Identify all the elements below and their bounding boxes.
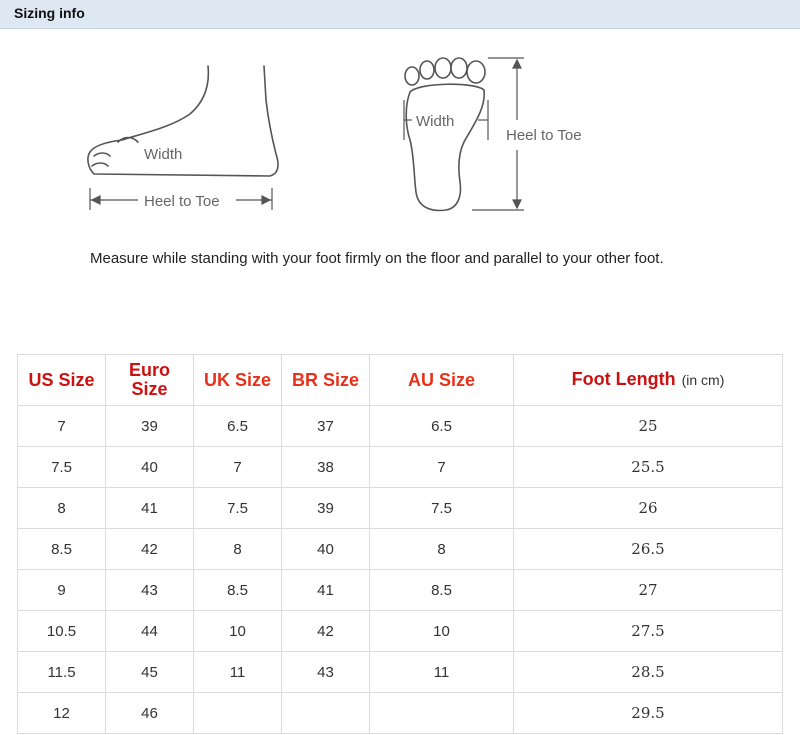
sole-width-label: Width xyxy=(416,113,454,130)
sole-foot-illustration xyxy=(404,57,486,212)
cell-au xyxy=(369,692,514,734)
side-width-label: Width xyxy=(144,146,182,163)
header-foot-length: Foot Length (in cm) xyxy=(513,354,783,406)
table-row: 11.5 45 11 43 11 28.5 xyxy=(17,651,783,693)
cell-euro: 46 xyxy=(105,692,194,734)
cell-br xyxy=(281,692,370,734)
cell-br: 40 xyxy=(281,528,370,570)
cell-br: 43 xyxy=(281,651,370,693)
cell-us: 7.5 xyxy=(17,446,106,488)
cell-us: 11.5 xyxy=(17,651,106,693)
cell-au: 8.5 xyxy=(369,569,514,611)
table-row: 9 43 8.5 41 8.5 27 xyxy=(17,569,783,611)
cell-au: 11 xyxy=(369,651,514,693)
size-chart-body: 7 39 6.5 37 6.5 25 7.5 40 7 38 7 25.5 8 41 7.5 39 7.5 26 8… xyxy=(17,405,783,734)
side-heel-to-toe-label: Heel to Toe xyxy=(144,193,220,210)
cell-foot: 28.5 xyxy=(513,651,783,693)
cell-uk: 8.5 xyxy=(193,569,282,611)
cell-br: 42 xyxy=(281,610,370,652)
cell-au: 7 xyxy=(369,446,514,488)
section-title: Sizing info xyxy=(14,5,85,21)
cell-au: 8 xyxy=(369,528,514,570)
cell-euro: 45 xyxy=(105,651,194,693)
sole-heel-to-toe-label: Heel to Toe xyxy=(506,127,582,144)
foot-measurement-figure: Width Heel to Toe Width Heel to Toe Meas… xyxy=(0,28,800,268)
header-foot-length-label: Foot Length xyxy=(571,369,676,389)
cell-uk: 8 xyxy=(193,528,282,570)
table-row: 7.5 40 7 38 7 25.5 xyxy=(17,446,783,488)
cell-uk xyxy=(193,692,282,734)
cell-br: 38 xyxy=(281,446,370,488)
cell-au: 7.5 xyxy=(369,487,514,529)
table-header-row: US Size Euro Size UK Size BR Size AU Siz… xyxy=(17,354,783,406)
cell-foot: 26.5 xyxy=(513,528,783,570)
cell-br: 37 xyxy=(281,405,370,447)
table-row: 7 39 6.5 37 6.5 25 xyxy=(17,405,783,447)
cell-foot: 29.5 xyxy=(513,692,783,734)
cell-euro: 43 xyxy=(105,569,194,611)
cell-us: 10.5 xyxy=(17,610,106,652)
cell-us: 7 xyxy=(17,405,106,447)
cell-au: 6.5 xyxy=(369,405,514,447)
header-unit-label: (in cm) xyxy=(681,372,725,388)
header-us-size: US Size xyxy=(17,354,106,406)
cell-foot: 27.5 xyxy=(513,610,783,652)
cell-uk: 11 xyxy=(193,651,282,693)
cell-euro: 39 xyxy=(105,405,194,447)
cell-euro: 40 xyxy=(105,446,194,488)
cell-uk: 6.5 xyxy=(193,405,282,447)
cell-foot: 25 xyxy=(513,405,783,447)
cell-euro: 44 xyxy=(105,610,194,652)
header-euro-size: Euro Size xyxy=(105,354,194,406)
cell-us: 12 xyxy=(17,692,106,734)
cell-au: 10 xyxy=(369,610,514,652)
cell-us: 8 xyxy=(17,487,106,529)
cell-foot: 25.5 xyxy=(513,446,783,488)
cell-br: 41 xyxy=(281,569,370,611)
cell-foot: 27 xyxy=(513,569,783,611)
header-br-size: BR Size xyxy=(281,354,370,406)
section-header: Sizing info xyxy=(0,0,800,29)
cell-us: 9 xyxy=(17,569,106,611)
header-au-size: AU Size xyxy=(369,354,514,406)
cell-uk: 7.5 xyxy=(193,487,282,529)
header-euro-line1: Euro xyxy=(128,360,170,380)
cell-euro: 41 xyxy=(105,487,194,529)
header-uk-size: UK Size xyxy=(193,354,282,406)
cell-uk: 7 xyxy=(193,446,282,488)
size-chart-table: US Size Euro Size UK Size BR Size AU Siz… xyxy=(17,354,783,734)
cell-br: 39 xyxy=(281,487,370,529)
side-foot-illustration xyxy=(87,65,279,177)
table-row: 10.5 44 10 42 10 27.5 xyxy=(17,610,783,652)
table-row: 12 46 29.5 xyxy=(17,692,783,734)
cell-euro: 42 xyxy=(105,528,194,570)
header-euro-line2: Size xyxy=(131,379,168,399)
foot-diagram: Width Heel to Toe Width Heel to Toe xyxy=(87,57,582,212)
table-row: 8 41 7.5 39 7.5 26 xyxy=(17,487,783,529)
cell-us: 8.5 xyxy=(17,528,106,570)
table-row: 8.5 42 8 40 8 26.5 xyxy=(17,528,783,570)
measurement-caption: Measure while standing with your foot fi… xyxy=(90,250,664,267)
cell-foot: 26 xyxy=(513,487,783,529)
cell-uk: 10 xyxy=(193,610,282,652)
